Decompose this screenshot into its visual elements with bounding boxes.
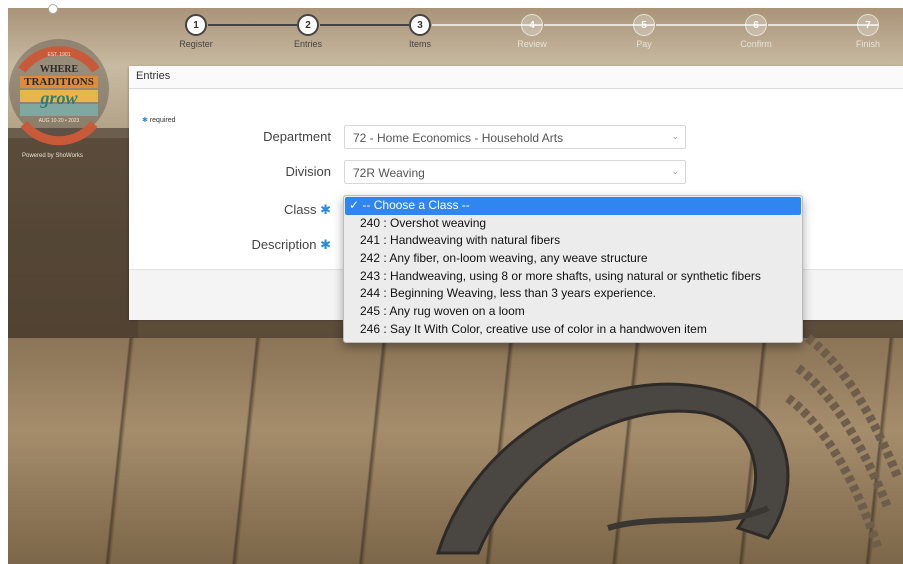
step-label: Pay	[636, 39, 652, 49]
required-note: ✱ required	[142, 116, 176, 124]
class-option[interactable]: 241 : Handweaving with natural fibers	[344, 232, 802, 250]
required-note-text: required	[149, 117, 176, 124]
step-number: 7	[857, 14, 879, 36]
checkmark-icon: ✓	[349, 198, 360, 212]
svg-text:TRADITIONS: TRADITIONS	[24, 76, 94, 88]
powered-by-text: Powered by ShoWorks	[22, 153, 83, 159]
step-label: Register	[179, 39, 213, 49]
class-label: Class ✱	[284, 202, 331, 218]
step-label: Finish	[855, 39, 880, 49]
panel-title: Entries	[129, 66, 903, 89]
step-number: 5	[633, 14, 655, 36]
window-dot-icon	[48, 4, 58, 14]
step-number: 2	[297, 14, 319, 36]
step-number: 1	[185, 14, 207, 36]
step-pay: 5 Pay	[614, 14, 674, 49]
division-value: 72R Weaving	[353, 166, 425, 180]
class-option-label: -- Choose a Class --	[362, 198, 470, 212]
fair-logo: EST. 1901 WHERE TRADITIONS grow AUG 10-2…	[9, 39, 109, 146]
step-review: 4 Review	[502, 14, 562, 49]
step-number: 3	[409, 14, 431, 36]
required-asterisk-icon: ✱	[320, 202, 331, 217]
step-confirm: 6 Confirm	[726, 14, 786, 49]
department-label: Department	[263, 129, 331, 144]
svg-text:grow: grow	[39, 88, 78, 108]
step-finish: 7 Finish	[838, 14, 898, 49]
rope-coil	[785, 334, 903, 550]
department-select[interactable]: 72 - Home Economics - Household Arts ⌄	[344, 125, 686, 149]
division-label: Division	[285, 164, 331, 179]
required-asterisk-icon: ✱	[142, 117, 148, 124]
class-option[interactable]: 244 : Beginning Weaving, less than 3 yea…	[344, 285, 802, 303]
division-select[interactable]: 72R Weaving ⌄	[344, 160, 686, 184]
class-option[interactable]: 240 : Overshot weaving	[344, 215, 802, 233]
chevron-down-icon: ⌄	[671, 166, 679, 176]
class-label-text: Class	[283, 202, 317, 217]
chevron-down-icon: ⌄	[671, 131, 679, 141]
class-dropdown[interactable]: ✓ -- Choose a Class -- 240 : Overshot we…	[343, 195, 803, 343]
step-items[interactable]: 3 Items	[390, 14, 450, 49]
class-option[interactable]: 242 : Any fiber, on-loom weaving, any we…	[344, 250, 802, 268]
required-asterisk-icon: ✱	[320, 237, 331, 252]
step-number: 6	[745, 14, 767, 36]
step-label: Confirm	[740, 39, 772, 49]
class-option[interactable]: 245 : Any rug woven on a loom	[344, 303, 802, 321]
progress-stepper: 1 Register 2 Entries 3 Items 4 Review 5 …	[132, 14, 903, 64]
description-label-text: Description	[251, 237, 317, 252]
step-number: 4	[521, 14, 543, 36]
class-option-placeholder[interactable]: ✓ -- Choose a Class --	[345, 197, 801, 215]
class-option[interactable]: 246 : Say It With Color, creative use of…	[344, 321, 802, 339]
description-label: Description ✱	[251, 237, 331, 253]
class-option[interactable]: 243 : Handweaving, using 8 or more shaft…	[344, 268, 802, 286]
step-label: Entries	[293, 39, 322, 49]
svg-text:EST. 1901: EST. 1901	[47, 52, 70, 58]
svg-text:WHERE: WHERE	[40, 64, 79, 75]
step-label: Items	[408, 39, 431, 49]
step-register[interactable]: 1 Register	[166, 14, 226, 49]
svg-text:AUG 10-20 • 2023: AUG 10-20 • 2023	[39, 118, 80, 124]
step-entries[interactable]: 2 Entries	[278, 14, 338, 49]
step-label: Review	[517, 39, 547, 49]
department-value: 72 - Home Economics - Household Arts	[353, 131, 564, 145]
